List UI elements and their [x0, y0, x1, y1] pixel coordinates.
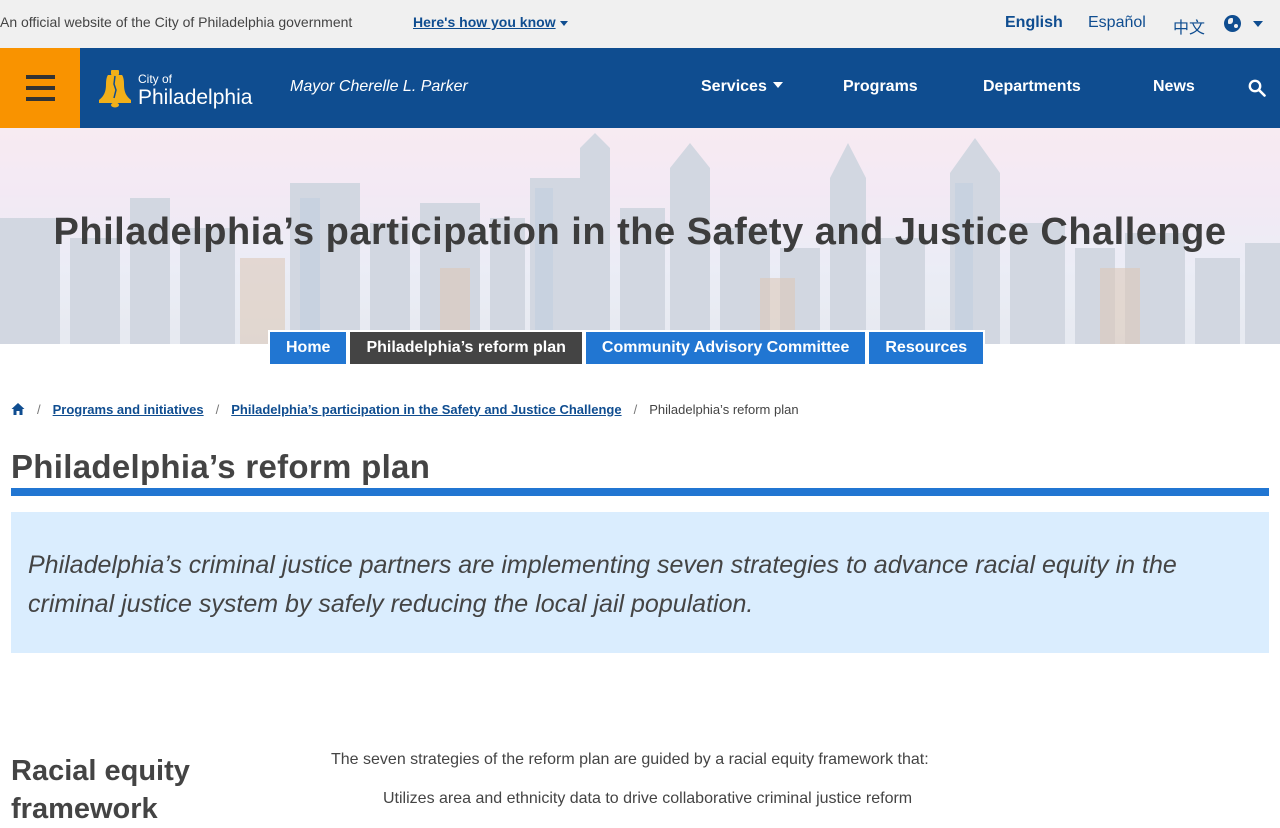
program-subnav: Home Philadelphia’s reform plan Communit… [268, 330, 986, 366]
nav-services-label: Services [701, 78, 767, 95]
hamburger-menu-icon [26, 97, 55, 101]
hamburger-menu-button[interactable] [0, 48, 80, 128]
breadcrumb-separator: / [215, 401, 220, 417]
intro-callout: Philadelphia’s criminal justice partners… [11, 512, 1269, 653]
hero-title: Philadelphia’s participation in the Safe… [53, 211, 1227, 253]
tab-resources[interactable]: Resources [869, 332, 984, 364]
intro-callout-text: Philadelphia’s criminal justice partners… [28, 551, 1177, 618]
nav-programs[interactable]: Programs [843, 78, 918, 96]
framework-intro-text: The seven strategies of the reform plan … [331, 751, 929, 768]
nav-news[interactable]: News [1153, 78, 1195, 96]
tab-community-advisory-committee[interactable]: Community Advisory Committee [585, 332, 866, 364]
language-english[interactable]: English [1005, 14, 1063, 32]
hamburger-menu-icon [26, 75, 55, 79]
chevron-down-icon [559, 20, 568, 26]
chevron-down-icon [772, 82, 783, 88]
language-chinese[interactable]: 中文 [1173, 14, 1205, 38]
section-heading-racial-equity: Racial equity framework [11, 755, 190, 825]
tab-reform-plan[interactable]: Philadelphia’s reform plan [350, 332, 582, 364]
language-spanish[interactable]: Español [1088, 14, 1146, 32]
hero-banner: Philadelphia’s participation in the Safe… [0, 128, 1280, 344]
nav-departments[interactable]: Departments [983, 78, 1081, 96]
liberty-bell-icon [99, 70, 131, 108]
city-logo[interactable]: City of Philadelphia [98, 66, 268, 112]
breadcrumb-current: Philadelphia’s reform plan [649, 401, 799, 417]
breadcrumb-separator: / [633, 401, 638, 417]
breadcrumb: / Programs and initiatives / Philadelphi… [11, 400, 799, 418]
breadcrumb-safety-justice-challenge[interactable]: Philadelphia’s participation in the Safe… [231, 402, 621, 417]
breadcrumb-separator: / [37, 401, 41, 417]
hamburger-menu-icon [26, 86, 55, 90]
home-icon[interactable] [11, 402, 25, 416]
main-navigation: City of Philadelphia Mayor Cherelle L. P… [0, 48, 1280, 128]
nav-services[interactable]: Services [701, 78, 783, 96]
logo-city-of: City of [138, 72, 173, 86]
title-divider [11, 488, 1269, 496]
globe-icon[interactable] [1224, 15, 1241, 32]
mayor-name: Mayor Cherelle L. Parker [290, 78, 468, 95]
tab-home[interactable]: Home [270, 332, 347, 364]
breadcrumb-programs-and-initiatives[interactable]: Programs and initiatives [53, 402, 204, 417]
heres-how-you-know-label: Here's how you know [413, 14, 556, 30]
language-dropdown-caret-icon[interactable] [1253, 21, 1263, 27]
heres-how-you-know-link[interactable]: Here's how you know [413, 14, 568, 30]
search-icon[interactable] [1248, 79, 1266, 97]
list-item: Utilizes area and ethnicity data to driv… [383, 790, 913, 807]
page-title: Philadelphia’s reform plan [11, 448, 431, 485]
official-site-banner: An official website of the City of Phila… [0, 0, 1280, 48]
official-site-text: An official website of the City of Phila… [0, 14, 353, 30]
logo-philadelphia: Philadelphia [138, 86, 253, 109]
